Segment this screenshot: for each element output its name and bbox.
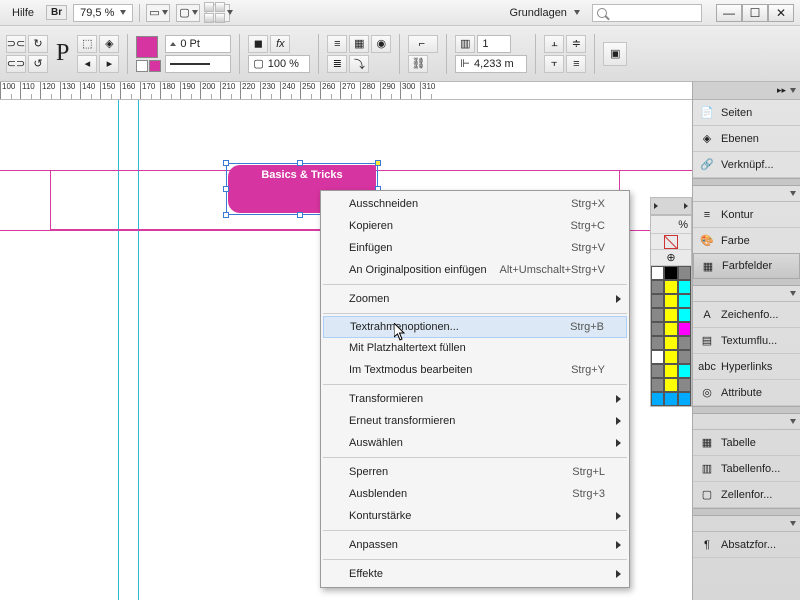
- dock-charstyles[interactable]: AZeichenfo...: [693, 302, 800, 328]
- search-field[interactable]: [592, 4, 702, 22]
- panel-dock: ▸▸ 📄Seiten◈Ebenen🔗Verknüpf...≡Kontur🎨Far…: [692, 82, 800, 600]
- vjust-bottom-icon[interactable]: ⫟: [544, 55, 564, 73]
- ctx-ausblenden[interactable]: AusblendenStrg+3: [321, 483, 629, 505]
- select-container-icon[interactable]: ⬚: [77, 35, 97, 53]
- bridge-button[interactable]: Br: [46, 5, 67, 20]
- control-panel: ⊃⊂↻ ⊂⊃↺ P ⬚◈ ◂▸ 0 Pt ◼fx ▢100 % ≡▦◉ ≣⤵ ⌐…: [0, 26, 800, 82]
- ctx-ausschneiden[interactable]: AusschneidenStrg+X: [321, 193, 629, 215]
- select-content-icon[interactable]: ◈: [99, 35, 119, 53]
- ctx-einf-gen[interactable]: EinfügenStrg+V: [321, 237, 629, 259]
- links-icon: 🔗: [699, 157, 715, 173]
- rotate-cw-icon[interactable]: ↻: [28, 35, 48, 53]
- flip-h-icon[interactable]: ⊃⊂: [6, 35, 26, 53]
- wrap-icon: ▤: [699, 333, 715, 349]
- fill-swatch[interactable]: [136, 36, 158, 58]
- dock-textwrap[interactable]: ▤Textumflu...: [693, 328, 800, 354]
- pages-icon: 📄: [699, 105, 715, 121]
- screen-mode-button[interactable]: ▢: [176, 4, 200, 22]
- dock-attributes[interactable]: ◎Attribute: [693, 380, 800, 406]
- apply-fill-icon[interactable]: [136, 60, 148, 72]
- opacity-field[interactable]: ▢100 %: [248, 55, 310, 73]
- cursor-icon: [394, 323, 406, 341]
- textwrap-jumpnext-icon[interactable]: ⤵: [349, 55, 369, 73]
- ctx-zoomen[interactable]: Zoomen: [321, 288, 629, 310]
- stroke-icon: ≡: [699, 207, 715, 223]
- menu-bar: Hilfe Br 79,5 % ▭ ▢ Grundlagen — ☐ ✕: [0, 0, 800, 26]
- table-icon: ▦: [699, 435, 715, 451]
- ruler-horizontal[interactable]: 1001101201301401501601701801902002102202…: [0, 82, 692, 100]
- columns-icon[interactable]: ▥: [455, 35, 475, 53]
- vjust-top-icon[interactable]: ⫠: [544, 35, 564, 53]
- zoom-combo[interactable]: 79,5 %: [73, 4, 133, 22]
- ctx-mit-platzhaltertext-f-llen[interactable]: Mit Platzhaltertext füllen: [321, 337, 629, 359]
- textwrap-bbox-icon[interactable]: ▦: [349, 35, 369, 53]
- ctx-im-textmodus-bearbeiten[interactable]: Im Textmodus bearbeitenStrg+Y: [321, 359, 629, 381]
- close-button[interactable]: ✕: [768, 4, 794, 22]
- dock-layers[interactable]: ◈Ebenen: [693, 126, 800, 152]
- ctx-ausw-hlen[interactable]: Auswählen: [321, 432, 629, 454]
- cellstyle-icon: ▢: [699, 487, 715, 503]
- textwrap-shape-icon[interactable]: ◉: [371, 35, 391, 53]
- ctx-erneut-transformieren[interactable]: Erneut transformieren: [321, 410, 629, 432]
- maximize-button[interactable]: ☐: [742, 4, 768, 22]
- arrange-button[interactable]: [206, 4, 230, 22]
- menu-help[interactable]: Hilfe: [6, 4, 40, 22]
- gutter-field[interactable]: ⊩4,233 m: [455, 55, 527, 73]
- ctx-sperren[interactable]: SperrenStrg+L: [321, 461, 629, 483]
- ctx-textrahmenoptionen-[interactable]: Textrahmenoptionen...Strg+B: [323, 316, 627, 338]
- char-icon: A: [699, 307, 715, 323]
- zoom-value: 79,5 %: [80, 7, 114, 19]
- dock-hyperlinks[interactable]: abcHyperlinks: [693, 354, 800, 380]
- ctx-kopieren[interactable]: KopierenStrg+C: [321, 215, 629, 237]
- workspace-switcher[interactable]: Grundlagen: [503, 4, 586, 22]
- dock-cellstyles[interactable]: ▢Zellenfor...: [693, 482, 800, 508]
- context-menu: AusschneidenStrg+XKopierenStrg+CEinfügen…: [320, 190, 630, 588]
- dock-table[interactable]: ▦Tabelle: [693, 430, 800, 456]
- ctx-konturst-rke[interactable]: Konturstärke: [321, 505, 629, 527]
- stroke-style-field[interactable]: [165, 55, 231, 73]
- textwrap-none-icon[interactable]: ≡: [327, 35, 347, 53]
- flip-v-icon[interactable]: ⊂⊃: [6, 55, 26, 73]
- vjust-center-icon[interactable]: ≑: [566, 35, 586, 53]
- columns-field[interactable]: 1: [477, 35, 511, 53]
- dock-stroke[interactable]: ≡Kontur: [693, 202, 800, 228]
- vjust-justify-icon[interactable]: ≡: [566, 55, 586, 73]
- para-icon: ¶: [699, 537, 715, 553]
- swatches-icon: ▦: [700, 258, 716, 274]
- ctx-transformieren[interactable]: Transformieren: [321, 388, 629, 410]
- ctx-anpassen[interactable]: Anpassen: [321, 534, 629, 556]
- select-next-icon[interactable]: ▸: [99, 55, 119, 73]
- select-prev-icon[interactable]: ◂: [77, 55, 97, 73]
- chain-icon[interactable]: ⛓: [408, 55, 428, 73]
- minimize-button[interactable]: —: [716, 4, 742, 22]
- chevron-down-icon: [120, 10, 126, 15]
- link-icon: abc: [699, 359, 715, 375]
- frame-fit-icon[interactable]: ▣: [603, 42, 627, 66]
- ctx-effekte[interactable]: Effekte: [321, 563, 629, 585]
- dock-pages[interactable]: 📄Seiten: [693, 100, 800, 126]
- view-options-button[interactable]: ▭: [146, 4, 170, 22]
- layers-icon: ◈: [699, 131, 715, 147]
- paragraph-icon[interactable]: P: [52, 40, 73, 67]
- tablestyle-icon: ▥: [699, 461, 715, 477]
- dock-swatches[interactable]: ▦Farbfelder: [693, 253, 800, 279]
- rotate-ccw-icon[interactable]: ↺: [28, 55, 48, 73]
- apply-stroke-icon[interactable]: [149, 60, 161, 72]
- corner-options-icon[interactable]: ⌐: [408, 35, 438, 53]
- swatch-panel-strip[interactable]: % ⊕: [650, 215, 692, 407]
- ctx-an-originalposition-einf-gen[interactable]: An Originalposition einfügenAlt+Umschalt…: [321, 259, 629, 281]
- swatch-panel-head[interactable]: [650, 197, 692, 215]
- dropshadow-icon[interactable]: ◼: [248, 35, 268, 53]
- palette-icon: 🎨: [699, 233, 715, 249]
- textwrap-jump-icon[interactable]: ≣: [327, 55, 347, 73]
- dock-tablestyles[interactable]: ▥Tabellenfo...: [693, 456, 800, 482]
- fx-icon[interactable]: fx: [270, 35, 290, 53]
- search-icon: [597, 8, 607, 18]
- stroke-weight-field[interactable]: 0 Pt: [165, 35, 231, 53]
- window-controls: — ☐ ✕: [716, 4, 794, 22]
- dock-color[interactable]: 🎨Farbe: [693, 228, 800, 254]
- dock-parastyles[interactable]: ¶Absatzfor...: [693, 532, 800, 558]
- dock-links[interactable]: 🔗Verknüpf...: [693, 152, 800, 178]
- attr-icon: ◎: [699, 385, 715, 401]
